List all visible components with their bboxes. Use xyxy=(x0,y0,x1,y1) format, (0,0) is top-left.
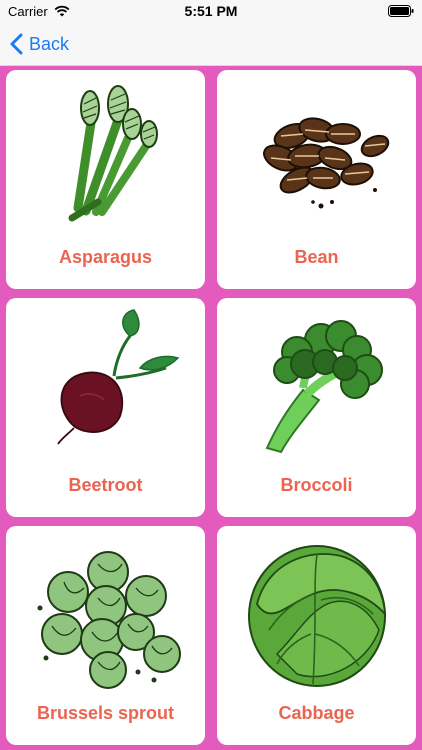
chevron-left-icon xyxy=(10,33,23,55)
navigation-bar: Back xyxy=(0,22,422,66)
vegetable-label: Broccoli xyxy=(280,475,353,495)
broccoli-icon xyxy=(265,320,383,454)
brussels-sprout-icon xyxy=(37,551,181,689)
back-label: Back xyxy=(29,33,70,54)
status-time: 5:51 PM xyxy=(184,3,238,19)
vegetable-card-bean[interactable]: Bean xyxy=(217,70,416,289)
vegetable-card-broccoli[interactable]: Broccoli xyxy=(217,298,416,517)
bean-icon xyxy=(263,117,390,209)
vegetable-card-beetroot[interactable]: Beetroot xyxy=(6,298,205,517)
back-button[interactable]: Back xyxy=(10,30,69,58)
battery-icon xyxy=(388,5,414,17)
asparagus-icon xyxy=(68,85,158,222)
vegetable-card-cabbage[interactable]: Cabbage xyxy=(217,526,416,745)
beetroot-icon xyxy=(57,309,180,445)
vegetable-label: Brussels sprout xyxy=(36,703,175,723)
cabbage-icon xyxy=(248,545,387,687)
vegetable-card-asparagus[interactable]: Asparagus xyxy=(6,70,205,289)
vegetable-label: Beetroot xyxy=(68,475,143,495)
vegetable-grid: Asparagus Bean Beetroot Broccoli Brussel… xyxy=(0,66,422,750)
vegetable-label: Asparagus xyxy=(58,247,153,267)
vegetable-label: Cabbage xyxy=(278,703,355,723)
vegetable-label: Bean xyxy=(294,247,339,267)
status-bar: Carrier 5:51 PM xyxy=(0,0,422,22)
vegetable-card-brussels-sprout[interactable]: Brussels sprout xyxy=(6,526,205,745)
